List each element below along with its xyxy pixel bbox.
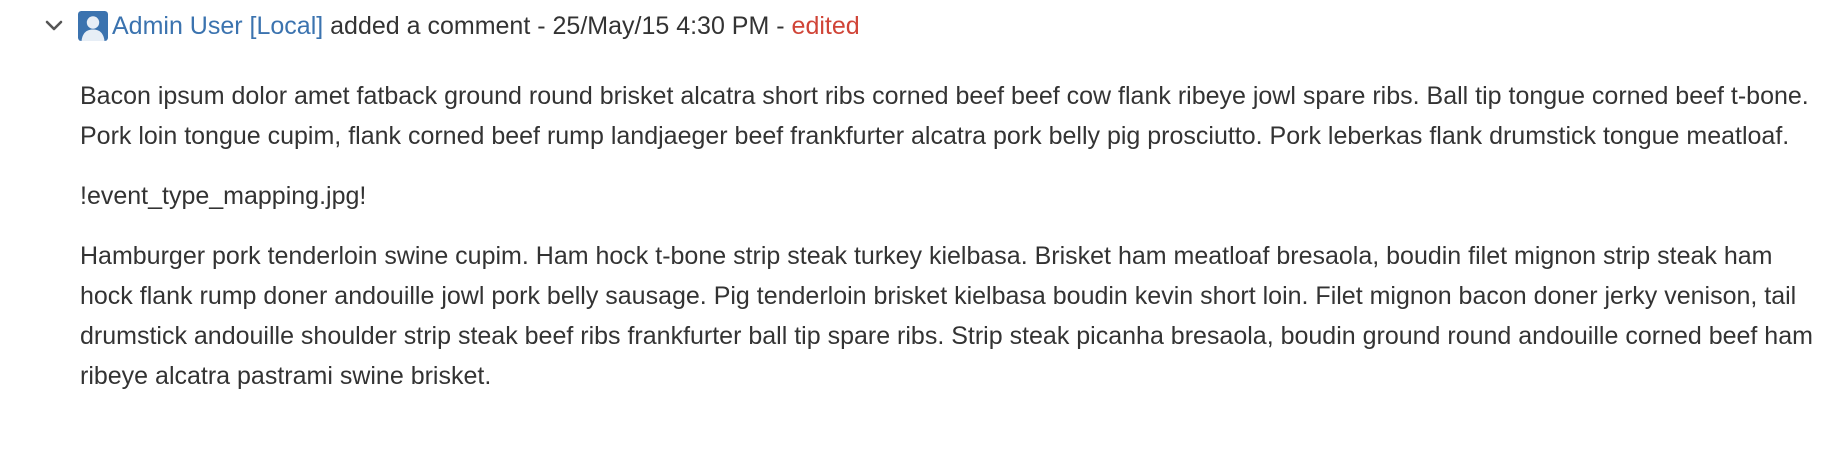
comment-action-text: added a comment: [330, 12, 531, 40]
comment-timestamp[interactable]: 25/May/15 4:30 PM: [553, 10, 770, 42]
separator: -: [776, 12, 785, 40]
author-link[interactable]: Admin User [Local]: [112, 10, 323, 42]
chevron-down-icon[interactable]: [40, 12, 68, 40]
user-avatar-icon[interactable]: [78, 11, 108, 41]
comment-header: Admin User [Local] added a comment - 25/…: [40, 10, 860, 42]
comment-paragraph: Bacon ipsum dolor amet fatback ground ro…: [80, 82, 1809, 150]
image-markup-text: !event_type_mapping.jpg!: [80, 182, 367, 210]
comment-paragraph: Hamburger pork tenderloin swine cupim. H…: [80, 242, 1813, 390]
edited-label[interactable]: edited: [792, 10, 860, 42]
separator: -: [537, 12, 546, 40]
comment: Admin User [Local] added a comment - 25/…: [0, 0, 1842, 452]
comment-body: Bacon ipsum dolor amet fatback ground ro…: [80, 76, 1820, 416]
